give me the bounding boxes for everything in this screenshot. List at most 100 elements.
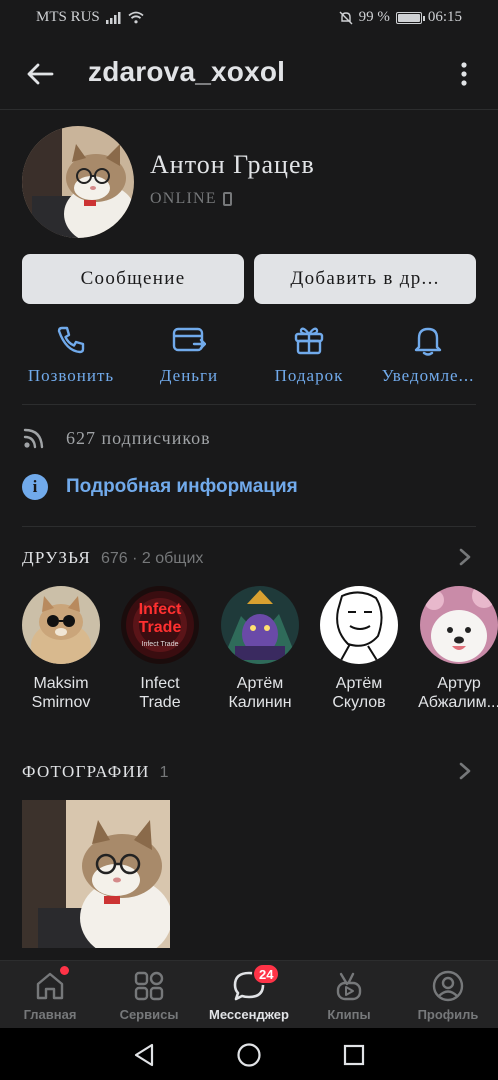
tab-label: Главная xyxy=(23,1007,77,1022)
tab-label: Клипы xyxy=(327,1007,371,1022)
friend-first-name: Артём xyxy=(335,675,383,692)
tab-services[interactable]: Сервисы xyxy=(99,961,199,1029)
online-status-text: ONLINE xyxy=(150,190,217,207)
status-left: MTS RUS xyxy=(36,9,144,26)
photos-title: ФОТОГРАФИИ xyxy=(22,762,150,781)
money-action[interactable]: Деньги xyxy=(138,322,240,386)
cat-with-glasses-image xyxy=(22,126,134,238)
friend-first-name: Infect xyxy=(140,675,180,692)
back-button[interactable] xyxy=(22,56,58,92)
friends-meta: 676 · 2 общих xyxy=(100,550,204,567)
profile-avatar[interactable] xyxy=(22,126,134,238)
bell-icon xyxy=(414,327,442,356)
nav-recents-button[interactable] xyxy=(340,1041,368,1069)
battery-icon xyxy=(395,11,425,24)
notifications-action-label: Уведомле... xyxy=(381,366,475,385)
details-link[interactable]: i Подробная информация xyxy=(22,474,298,500)
bottom-tab-bar: Главная Сервисы 24 Мессенджер Клипы Проф… xyxy=(0,960,498,1028)
rss-icon xyxy=(23,428,44,449)
logo-small-text: Infect Trade xyxy=(142,641,179,648)
friend-avatar xyxy=(420,586,498,664)
divider xyxy=(22,526,476,527)
friend-item[interactable]: Артур Абжалим... xyxy=(409,586,498,712)
gift-action[interactable]: Подарок xyxy=(260,322,358,386)
photos-count: 1 xyxy=(159,764,169,781)
game-character-image xyxy=(221,586,299,664)
friend-item[interactable]: Артём Калинин xyxy=(210,586,310,712)
nav-home-button[interactable] xyxy=(235,1041,263,1069)
call-action-label: Позвонить xyxy=(27,366,115,385)
friends-header[interactable]: ДРУЗЬЯ 676 · 2 общих xyxy=(22,548,203,568)
bell-muted-icon xyxy=(339,11,353,24)
services-grid-icon xyxy=(134,971,164,1001)
gift-icon xyxy=(294,327,324,355)
logo-line2: Trade xyxy=(139,619,182,636)
tab-messenger[interactable]: 24 Мессенджер xyxy=(199,961,299,1029)
notifications-action[interactable]: Уведомле... xyxy=(370,322,486,386)
friend-first-name: Maksim xyxy=(33,675,89,692)
friend-item[interactable]: Infect Trade Infect Trade Infect Trade xyxy=(110,586,210,712)
tab-clips[interactable]: Клипы xyxy=(299,961,399,1029)
notification-dot xyxy=(60,966,69,975)
followers-row[interactable]: 627 подписчиков xyxy=(22,426,211,450)
white-dog-image xyxy=(420,586,498,664)
add-friend-button[interactable]: Добавить в др... xyxy=(254,254,476,304)
friend-name: Артур Абжалим... xyxy=(409,674,498,712)
friend-last-name: Абжалим... xyxy=(418,694,498,711)
profile-header: zdarova_xoxol xyxy=(0,40,498,110)
page-title: zdarova_xoxol xyxy=(88,56,286,87)
logo-line1: Infect xyxy=(139,601,182,618)
friends-title: ДРУЗЬЯ xyxy=(22,548,91,567)
friend-name: Артём Скулов xyxy=(309,674,409,712)
friend-name: Infect Trade xyxy=(110,674,210,712)
divider xyxy=(22,404,476,405)
tab-label: Мессенджер xyxy=(209,1007,289,1022)
circle-home-icon xyxy=(237,1043,261,1067)
arrow-left-icon xyxy=(27,63,54,85)
photo-thumbnail[interactable] xyxy=(22,800,170,948)
tab-label: Сервисы xyxy=(119,1007,179,1022)
meme-face-image xyxy=(320,586,398,664)
unread-badge: 24 xyxy=(252,963,281,985)
friend-first-name: Артём xyxy=(236,675,284,692)
profile-icon xyxy=(432,970,464,1002)
gift-action-label: Подарок xyxy=(274,366,344,385)
signal-icon xyxy=(105,11,121,24)
app-screen: MTS RUS 99 % 06:15 zdarova_xoxol Антон Г… xyxy=(0,0,498,1080)
action-row: Позвонить Деньги Подарок Уведомле... xyxy=(0,322,498,392)
friend-last-name: Trade xyxy=(139,694,181,711)
photos-header[interactable]: ФОТОГРАФИИ 1 xyxy=(22,762,169,782)
nav-back-button[interactable] xyxy=(130,1041,158,1069)
friend-item[interactable]: Артём Скулов xyxy=(309,586,409,712)
tab-profile[interactable]: Профиль xyxy=(398,961,498,1029)
cat-with-glasses-photo xyxy=(22,800,170,948)
friend-avatar xyxy=(221,586,299,664)
clips-icon xyxy=(336,972,362,1001)
chevron-right-icon[interactable] xyxy=(458,548,472,566)
profile-name: Антон Грацев xyxy=(150,150,315,179)
square-recents-icon xyxy=(343,1044,365,1066)
online-status: ONLINE xyxy=(150,190,232,208)
status-time: 06:15 xyxy=(427,9,462,25)
friend-item[interactable]: Maksim Smirnov xyxy=(11,586,111,712)
friend-last-name: Калинин xyxy=(228,694,292,711)
call-action[interactable]: Позвонить xyxy=(10,322,132,386)
friend-last-name: Smirnov xyxy=(31,694,91,711)
battery-fill xyxy=(397,13,420,22)
system-navigation-bar xyxy=(0,1028,498,1080)
more-menu-button[interactable] xyxy=(450,56,478,92)
status-right: 99 % 06:15 xyxy=(339,9,462,26)
battery-percent: 99 % xyxy=(358,9,390,25)
followers-count: 627 подписчиков xyxy=(66,427,211,448)
tab-label: Профиль xyxy=(417,1007,479,1022)
friend-name: Артём Калинин xyxy=(210,674,310,712)
chevron-right-icon[interactable] xyxy=(458,762,472,780)
message-button[interactable]: Сообщение xyxy=(22,254,244,304)
friend-last-name: Скулов xyxy=(332,694,386,711)
money-action-label: Деньги xyxy=(159,366,219,385)
info-icon: i xyxy=(22,474,48,500)
friend-avatar: Infect Trade Infect Trade xyxy=(121,586,199,664)
tab-home[interactable]: Главная xyxy=(0,961,100,1029)
status-bar: MTS RUS 99 % 06:15 xyxy=(0,0,498,36)
friend-name: Maksim Smirnov xyxy=(11,674,111,712)
